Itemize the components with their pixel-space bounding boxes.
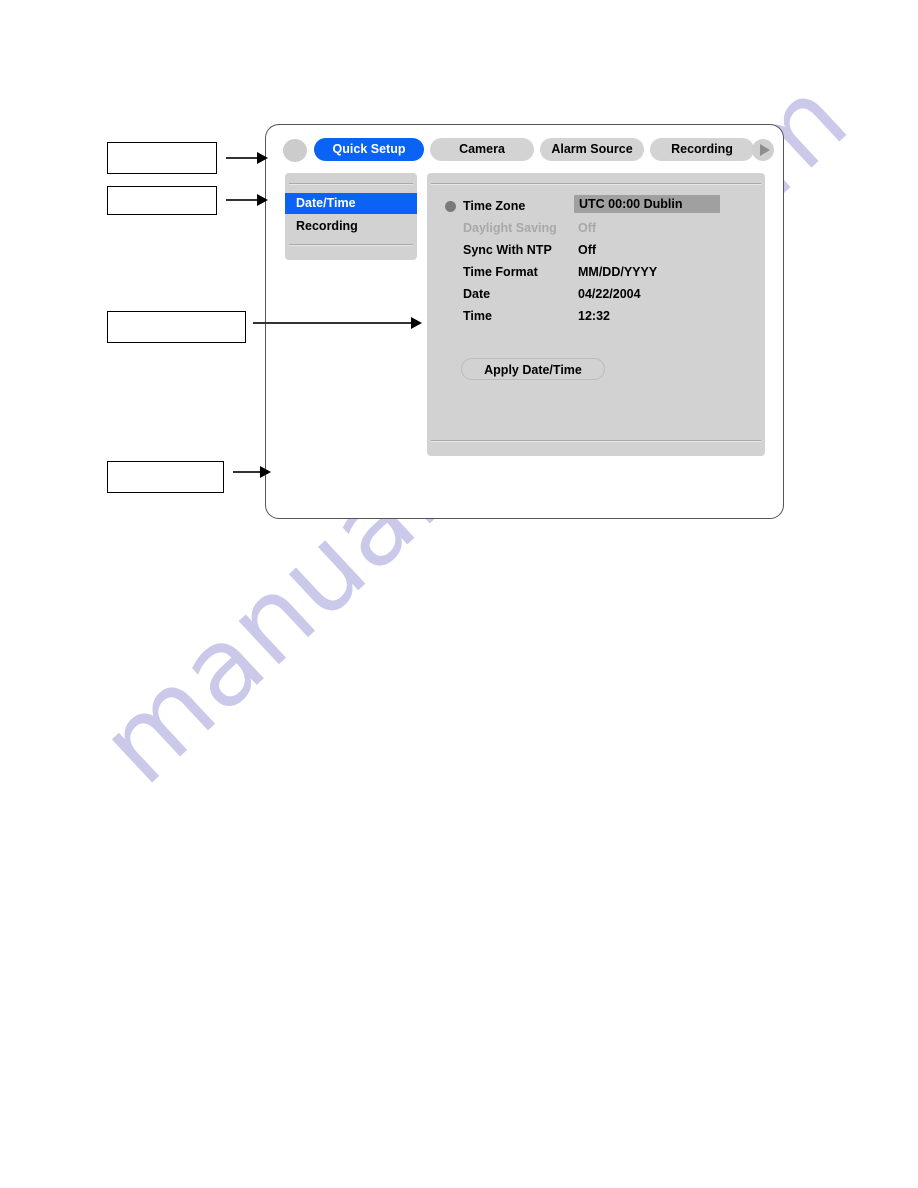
setting-label: Daylight Saving: [463, 221, 557, 235]
callout-label-1: [108, 143, 216, 149]
setting-row-time-format[interactable]: Time Format MM/DD/YYYY: [427, 261, 765, 283]
callout-label-4: [108, 462, 223, 468]
sidebar-item-date-time[interactable]: Date/Time: [285, 193, 417, 214]
tab-label: Camera: [459, 142, 505, 156]
setting-value[interactable]: UTC 00:00 Dublin: [574, 195, 720, 213]
setting-value[interactable]: 04/22/2004: [578, 287, 641, 301]
next-tab-button[interactable]: [752, 139, 774, 161]
setting-value: Off: [578, 221, 597, 235]
setting-value[interactable]: MM/DD/YYYY: [578, 265, 657, 279]
callout-arrow-1: [226, 152, 269, 164]
setting-label: Sync With NTP: [463, 243, 552, 257]
callout-arrow-3: [253, 317, 423, 329]
tab-camera[interactable]: Camera: [430, 138, 534, 161]
menu-divider-top: [289, 183, 413, 185]
setting-label: Time Format: [463, 265, 538, 279]
callout-box-2: [107, 186, 217, 215]
settings-divider-top: [431, 183, 761, 185]
sidebar-item-label: Recording: [296, 219, 358, 233]
callout-label-3: [108, 312, 245, 318]
play-right-icon: [759, 144, 770, 156]
callout-box-4: [107, 461, 224, 493]
callout-box-3: [107, 311, 246, 343]
apply-button-label: Apply Date/Time: [484, 363, 582, 377]
setting-value[interactable]: 12:32: [578, 309, 610, 323]
status-dot-icon: [283, 139, 307, 162]
arrow-shaft: [226, 157, 258, 159]
tab-label: Recording: [671, 142, 733, 156]
setting-row-time[interactable]: Time 12:32: [427, 305, 765, 327]
tab-label: Quick Setup: [332, 142, 406, 156]
callout-box-1: [107, 142, 217, 174]
arrow-head: [257, 152, 268, 164]
sidebar-item-label: Date/Time: [296, 196, 356, 210]
menu-panel: Date/Time Recording: [285, 173, 417, 260]
selection-dot-icon: [445, 200, 456, 212]
setting-label: Date: [463, 287, 491, 301]
callout-arrow-2: [226, 194, 269, 206]
tab-recording[interactable]: Recording: [650, 138, 754, 161]
setting-value[interactable]: Off: [578, 243, 596, 257]
tab-alarm-source[interactable]: Alarm Source: [540, 138, 644, 161]
arrow-head: [257, 194, 268, 206]
setting-label: Time Zone: [463, 199, 526, 213]
settings-divider-bottom: [431, 440, 761, 442]
setting-label: Time: [463, 309, 492, 323]
arrow-shaft: [226, 199, 258, 201]
tab-bar: Quick Setup Camera Alarm Source Recordin…: [282, 138, 774, 163]
sidebar-item-recording[interactable]: Recording: [285, 216, 417, 237]
tab-label: Alarm Source: [551, 142, 633, 156]
menu-divider-bottom: [289, 244, 413, 246]
setting-row-sync-with-ntp[interactable]: Sync With NTP Off: [427, 239, 765, 261]
tab-quick-setup[interactable]: Quick Setup: [314, 138, 424, 161]
setting-row-date[interactable]: Date 04/22/2004: [427, 283, 765, 305]
setting-row-time-zone[interactable]: Time Zone UTC 00:00 Dublin: [427, 195, 765, 217]
callout-label-2: [108, 187, 216, 193]
settings-panel: Time Zone UTC 00:00 Dublin Daylight Savi…: [427, 173, 765, 456]
arrow-head: [260, 466, 271, 478]
arrow-shaft: [253, 322, 412, 324]
apply-date-time-button[interactable]: Apply Date/Time: [461, 358, 605, 380]
setting-row-daylight-saving: Daylight Saving Off: [427, 217, 765, 239]
callout-arrow-4: [233, 466, 273, 478]
arrow-shaft: [233, 471, 261, 473]
arrow-head: [411, 317, 422, 329]
